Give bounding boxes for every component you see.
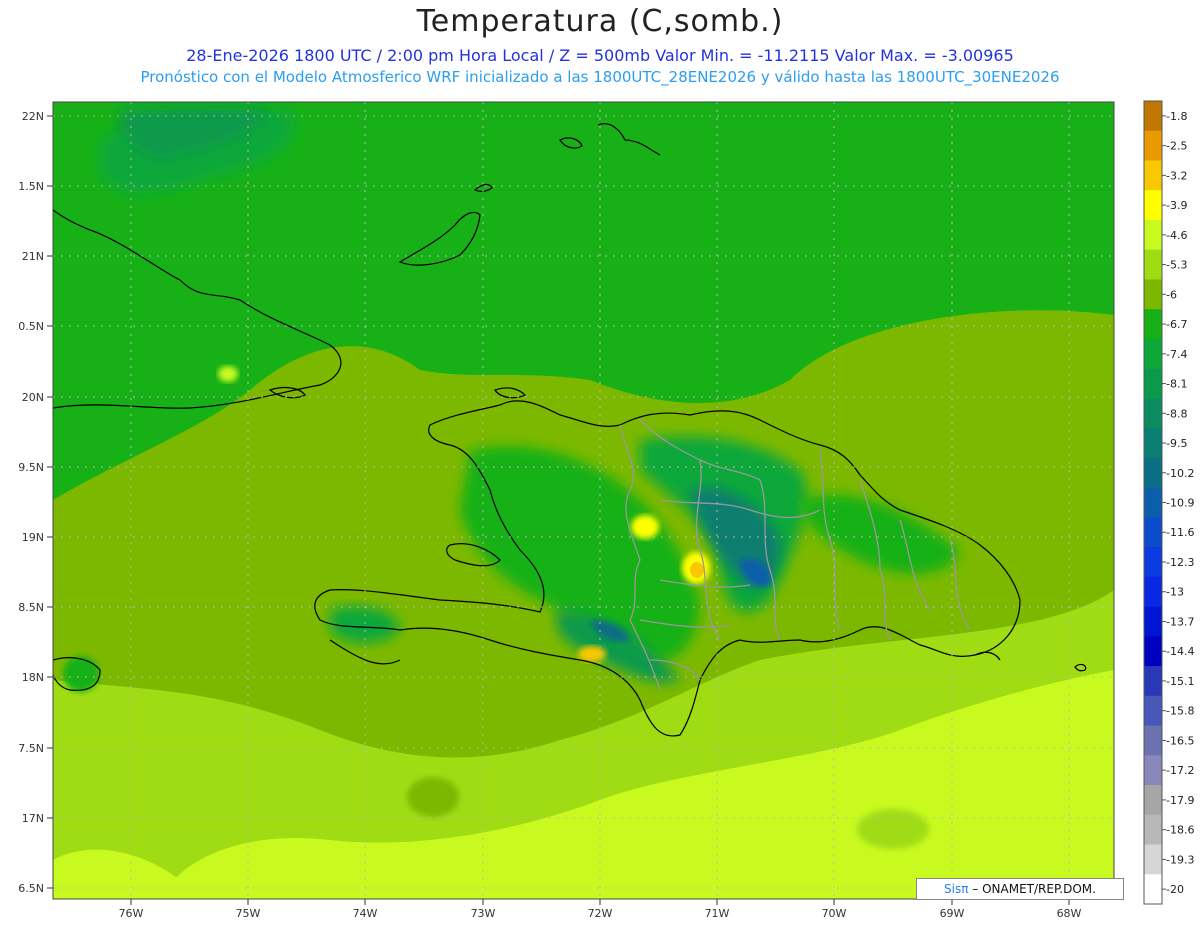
credit-box: Sisπ – ONAMET/REP.DOM. — [916, 878, 1124, 900]
legend-swatch — [1144, 814, 1162, 846]
legend-label: -1.8 — [1166, 110, 1187, 123]
lon-label: 74W — [353, 907, 378, 920]
lon-label: 72W — [588, 907, 613, 920]
lon-label: 76W — [119, 907, 144, 920]
legend-label: -3.2 — [1166, 169, 1187, 182]
legend-swatch — [1144, 249, 1162, 280]
legend-swatch — [1144, 844, 1162, 875]
legend-swatch — [1144, 576, 1162, 608]
legend-swatch — [1144, 874, 1162, 905]
legend-label: -6.7 — [1166, 318, 1187, 331]
legend-label: -19.3 — [1166, 853, 1194, 866]
lat-label: 22N — [22, 110, 44, 123]
legend-swatch — [1144, 457, 1162, 489]
legend-label: -5.3 — [1166, 259, 1187, 272]
legend-swatch — [1144, 547, 1162, 578]
lat-label: 17N — [22, 812, 44, 825]
legend-swatch — [1144, 487, 1162, 518]
legend-swatch — [1144, 130, 1162, 161]
legend-label: -12.3 — [1166, 556, 1194, 569]
legend-label: -10.9 — [1166, 497, 1194, 510]
legend-swatch — [1144, 517, 1162, 548]
legend-label: -8.8 — [1166, 407, 1187, 420]
color-legend: -1.8 -2.5 -3.2 -3.9 -4.6 -5.3 -6 -6.7 -7.4 -8.1 -8… — [1143, 100, 1194, 905]
legend-label: -15.1 — [1166, 675, 1194, 688]
legend-label: -3.9 — [1166, 199, 1187, 212]
lon-label: 75W — [236, 907, 261, 920]
legend-label: -11.6 — [1166, 526, 1194, 539]
legend-swatch — [1144, 606, 1162, 637]
lat-label: 1.5N — [18, 180, 44, 193]
legend-label: -4.6 — [1166, 229, 1187, 242]
lat-label: 18N — [22, 671, 44, 684]
legend-swatch — [1144, 725, 1162, 756]
legend-swatch — [1144, 666, 1162, 697]
legend-swatch — [1144, 309, 1162, 340]
lat-label: 21N — [22, 250, 44, 263]
legend-swatch — [1144, 785, 1162, 816]
legend-swatch — [1144, 279, 1162, 310]
longitude-labels: 76W 75W 74W 73W 72W 71W 70W 69W 68W — [119, 907, 1082, 920]
legend-swatch — [1144, 636, 1162, 667]
lat-label: 7.5N — [18, 742, 44, 755]
legend-swatch — [1144, 398, 1162, 429]
sispi-logo: Sisπ — [944, 882, 969, 896]
legend-swatch — [1144, 428, 1162, 459]
lat-label: 8.5N — [18, 601, 44, 614]
lat-label: 0.5N — [18, 320, 44, 333]
lon-label: 68W — [1057, 907, 1082, 920]
legend-swatch — [1144, 338, 1162, 370]
legend-label: -18.6 — [1166, 824, 1194, 837]
legend-label: -14.4 — [1166, 645, 1194, 658]
credit-text: – ONAMET/REP.DOM. — [972, 882, 1096, 896]
legend-swatch — [1144, 219, 1162, 251]
temperature-shading — [53, 102, 1114, 899]
legend-swatch — [1144, 190, 1162, 221]
legend-label: -13.7 — [1166, 615, 1194, 628]
lon-label: 71W — [705, 907, 730, 920]
legend-label: -17.2 — [1166, 764, 1194, 777]
lat-label: 9.5N — [18, 461, 44, 474]
temperature-map: 22N 1.5N 21N 0.5N 20N 9.5N 19N 8.5N 18N … — [18, 100, 1194, 920]
legend-label: -15.8 — [1166, 705, 1194, 718]
legend-label: -8.1 — [1166, 378, 1187, 391]
lat-label: 6.5N — [18, 882, 44, 895]
legend-swatch — [1144, 368, 1162, 399]
legend-label: -9.5 — [1166, 437, 1187, 450]
latitude-labels: 22N 1.5N 21N 0.5N 20N 9.5N 19N 8.5N 18N … — [18, 110, 44, 895]
legend-label: -7.4 — [1166, 348, 1187, 361]
legend-label: -10.2 — [1166, 467, 1194, 480]
lon-label: 70W — [822, 907, 847, 920]
legend-label: -20 — [1166, 883, 1184, 896]
legend-swatch — [1144, 695, 1162, 727]
legend-label: -17.9 — [1166, 794, 1194, 807]
legend-label: -16.5 — [1166, 734, 1194, 747]
lon-label: 73W — [471, 907, 496, 920]
legend-label: -6 — [1166, 288, 1177, 301]
legend-swatch — [1144, 101, 1162, 132]
lat-label: 20N — [22, 391, 44, 404]
legend-swatch — [1144, 160, 1162, 191]
legend-swatch — [1144, 755, 1162, 786]
lon-label: 69W — [940, 907, 965, 920]
legend-label: -2.5 — [1166, 140, 1187, 153]
lat-label: 19N — [22, 531, 44, 544]
legend-label: -13 — [1166, 586, 1184, 599]
